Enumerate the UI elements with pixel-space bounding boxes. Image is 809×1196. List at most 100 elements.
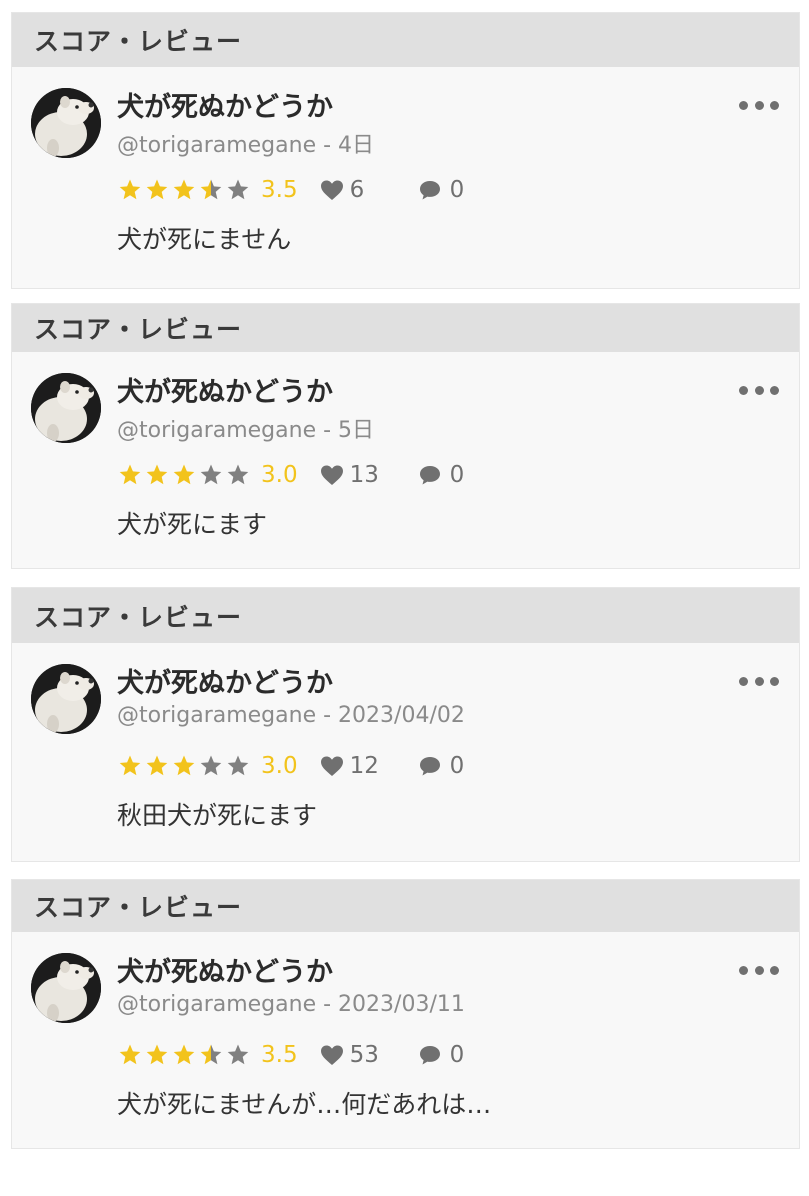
review-text[interactable]: 秋田犬が死にます: [117, 796, 317, 832]
star-empty-icon: [227, 755, 249, 776]
comment-button[interactable]: 0: [418, 753, 464, 779]
review-stats: 3.0 12 0: [117, 751, 464, 781]
dot-icon: [770, 100, 779, 110]
like-count: 53: [349, 1042, 379, 1068]
like-count: 12: [349, 753, 379, 779]
like-button[interactable]: 6: [320, 177, 400, 203]
more-options-button[interactable]: [739, 671, 779, 691]
review-card[interactable]: スコア・レビュー 犬が死ぬかどうか @torigaramegane - 5日 3…: [11, 303, 800, 569]
review-stats: 3.0 13 0: [117, 460, 464, 490]
post-time: 2023/03/11: [338, 992, 465, 1017]
like-button[interactable]: 53: [320, 1042, 400, 1068]
avatar[interactable]: [31, 373, 101, 443]
movie-title[interactable]: 犬が死ぬかどうか: [117, 370, 333, 409]
heart-icon: [320, 465, 343, 485]
post-time: 5日: [338, 418, 375, 443]
star-filled-icon: [173, 1044, 195, 1065]
movie-title[interactable]: 犬が死ぬかどうか: [117, 661, 333, 700]
comment-button[interactable]: 0: [418, 462, 465, 488]
dot-icon: [754, 965, 764, 975]
meta-separator: -: [316, 703, 339, 728]
comment-icon: [419, 757, 440, 776]
meta-separator: -: [316, 418, 339, 443]
star-filled-icon: [146, 464, 168, 485]
review-body: 犬が死ぬかどうか @torigaramegane - 4日 3.5 6 0 犬が…: [12, 67, 799, 288]
heart-icon: [320, 756, 343, 776]
star-half-icon: [200, 179, 222, 200]
star-filled-icon: [119, 179, 141, 200]
score-value: 3.5: [261, 177, 298, 203]
score-value: 3.5: [261, 1042, 298, 1068]
star-filled-icon: [119, 755, 141, 776]
movie-title[interactable]: 犬が死ぬかどうか: [117, 950, 333, 989]
review-body: 犬が死ぬかどうか @torigaramegane - 2023/04/02 3.…: [12, 643, 799, 861]
star-filled-icon: [173, 179, 195, 200]
score-value: 3.0: [261, 753, 298, 779]
more-options-button[interactable]: [739, 95, 779, 115]
avatar[interactable]: [31, 88, 101, 158]
username[interactable]: @torigaramegane: [117, 133, 316, 158]
username[interactable]: @torigaramegane: [117, 703, 316, 728]
review-body: 犬が死ぬかどうか @torigaramegane - 2023/03/11 3.…: [12, 932, 799, 1148]
heart-icon: [320, 1045, 343, 1065]
dot-icon: [739, 100, 748, 110]
section-header: スコア・レビュー: [12, 304, 799, 352]
movie-title[interactable]: 犬が死ぬかどうか: [117, 85, 333, 124]
comment-count: 0: [449, 462, 465, 488]
review-stats: 3.5 6 0: [117, 175, 464, 205]
meta-separator: -: [316, 133, 339, 158]
score-value: 3.0: [261, 462, 298, 488]
star-rating: [117, 463, 252, 487]
comment-button[interactable]: 0: [418, 177, 464, 203]
dot-icon: [770, 676, 779, 686]
review-card[interactable]: スコア・レビュー 犬が死ぬかどうか @torigaramegane - 2023…: [11, 879, 800, 1149]
review-card[interactable]: スコア・レビュー 犬が死ぬかどうか @torigaramegane - 4日 3…: [11, 12, 800, 289]
star-filled-icon: [119, 464, 141, 485]
star-empty-icon: [227, 464, 249, 485]
star-empty-icon: [227, 1044, 249, 1065]
review-body: 犬が死ぬかどうか @torigaramegane - 5日 3.0 13 0 犬…: [12, 352, 799, 568]
like-button[interactable]: 12: [320, 753, 400, 779]
section-header: スコア・レビュー: [12, 588, 799, 643]
star-empty-icon: [200, 464, 222, 485]
dot-icon: [754, 100, 764, 110]
comment-button[interactable]: 0: [418, 1042, 465, 1068]
review-meta: @torigaramegane - 4日: [117, 127, 374, 159]
username[interactable]: @torigaramegane: [117, 418, 316, 443]
heart-icon: [320, 180, 343, 200]
star-filled-icon: [173, 755, 195, 776]
comment-count: 0: [449, 1042, 465, 1068]
star-filled-icon: [146, 179, 168, 200]
dot-icon: [770, 385, 779, 395]
dot-icon: [754, 676, 764, 686]
star-half-icon: [200, 1044, 222, 1065]
post-time: 2023/04/02: [338, 703, 465, 728]
star-filled-icon: [146, 1044, 168, 1065]
avatar[interactable]: [31, 664, 101, 734]
like-button[interactable]: 13: [320, 462, 400, 488]
more-options-button[interactable]: [739, 380, 779, 400]
review-card[interactable]: スコア・レビュー 犬が死ぬかどうか @torigaramegane - 2023…: [11, 587, 800, 862]
avatar[interactable]: [31, 953, 101, 1023]
like-count: 13: [349, 462, 379, 488]
review-meta: @torigaramegane - 2023/04/02: [117, 703, 465, 728]
review-text[interactable]: 犬が死にませんが…何だあれは…: [117, 1085, 491, 1121]
section-header: スコア・レビュー: [12, 13, 799, 67]
star-rating: [117, 178, 252, 202]
star-empty-icon: [227, 179, 249, 200]
review-stats: 3.5 53 0: [117, 1040, 464, 1070]
star-filled-icon: [173, 464, 195, 485]
star-rating: [117, 1043, 252, 1067]
star-empty-icon: [200, 755, 222, 776]
username[interactable]: @torigaramegane: [117, 992, 316, 1017]
review-text[interactable]: 犬が死にます: [117, 505, 267, 541]
section-header: スコア・レビュー: [12, 880, 799, 932]
more-options-button[interactable]: [739, 960, 779, 980]
dot-icon: [739, 676, 748, 686]
review-text[interactable]: 犬が死にません: [117, 220, 291, 256]
star-rating: [117, 754, 252, 778]
dot-icon: [739, 385, 748, 395]
meta-separator: -: [316, 992, 339, 1017]
star-filled-icon: [146, 755, 168, 776]
review-meta: @torigaramegane - 5日: [117, 412, 374, 444]
